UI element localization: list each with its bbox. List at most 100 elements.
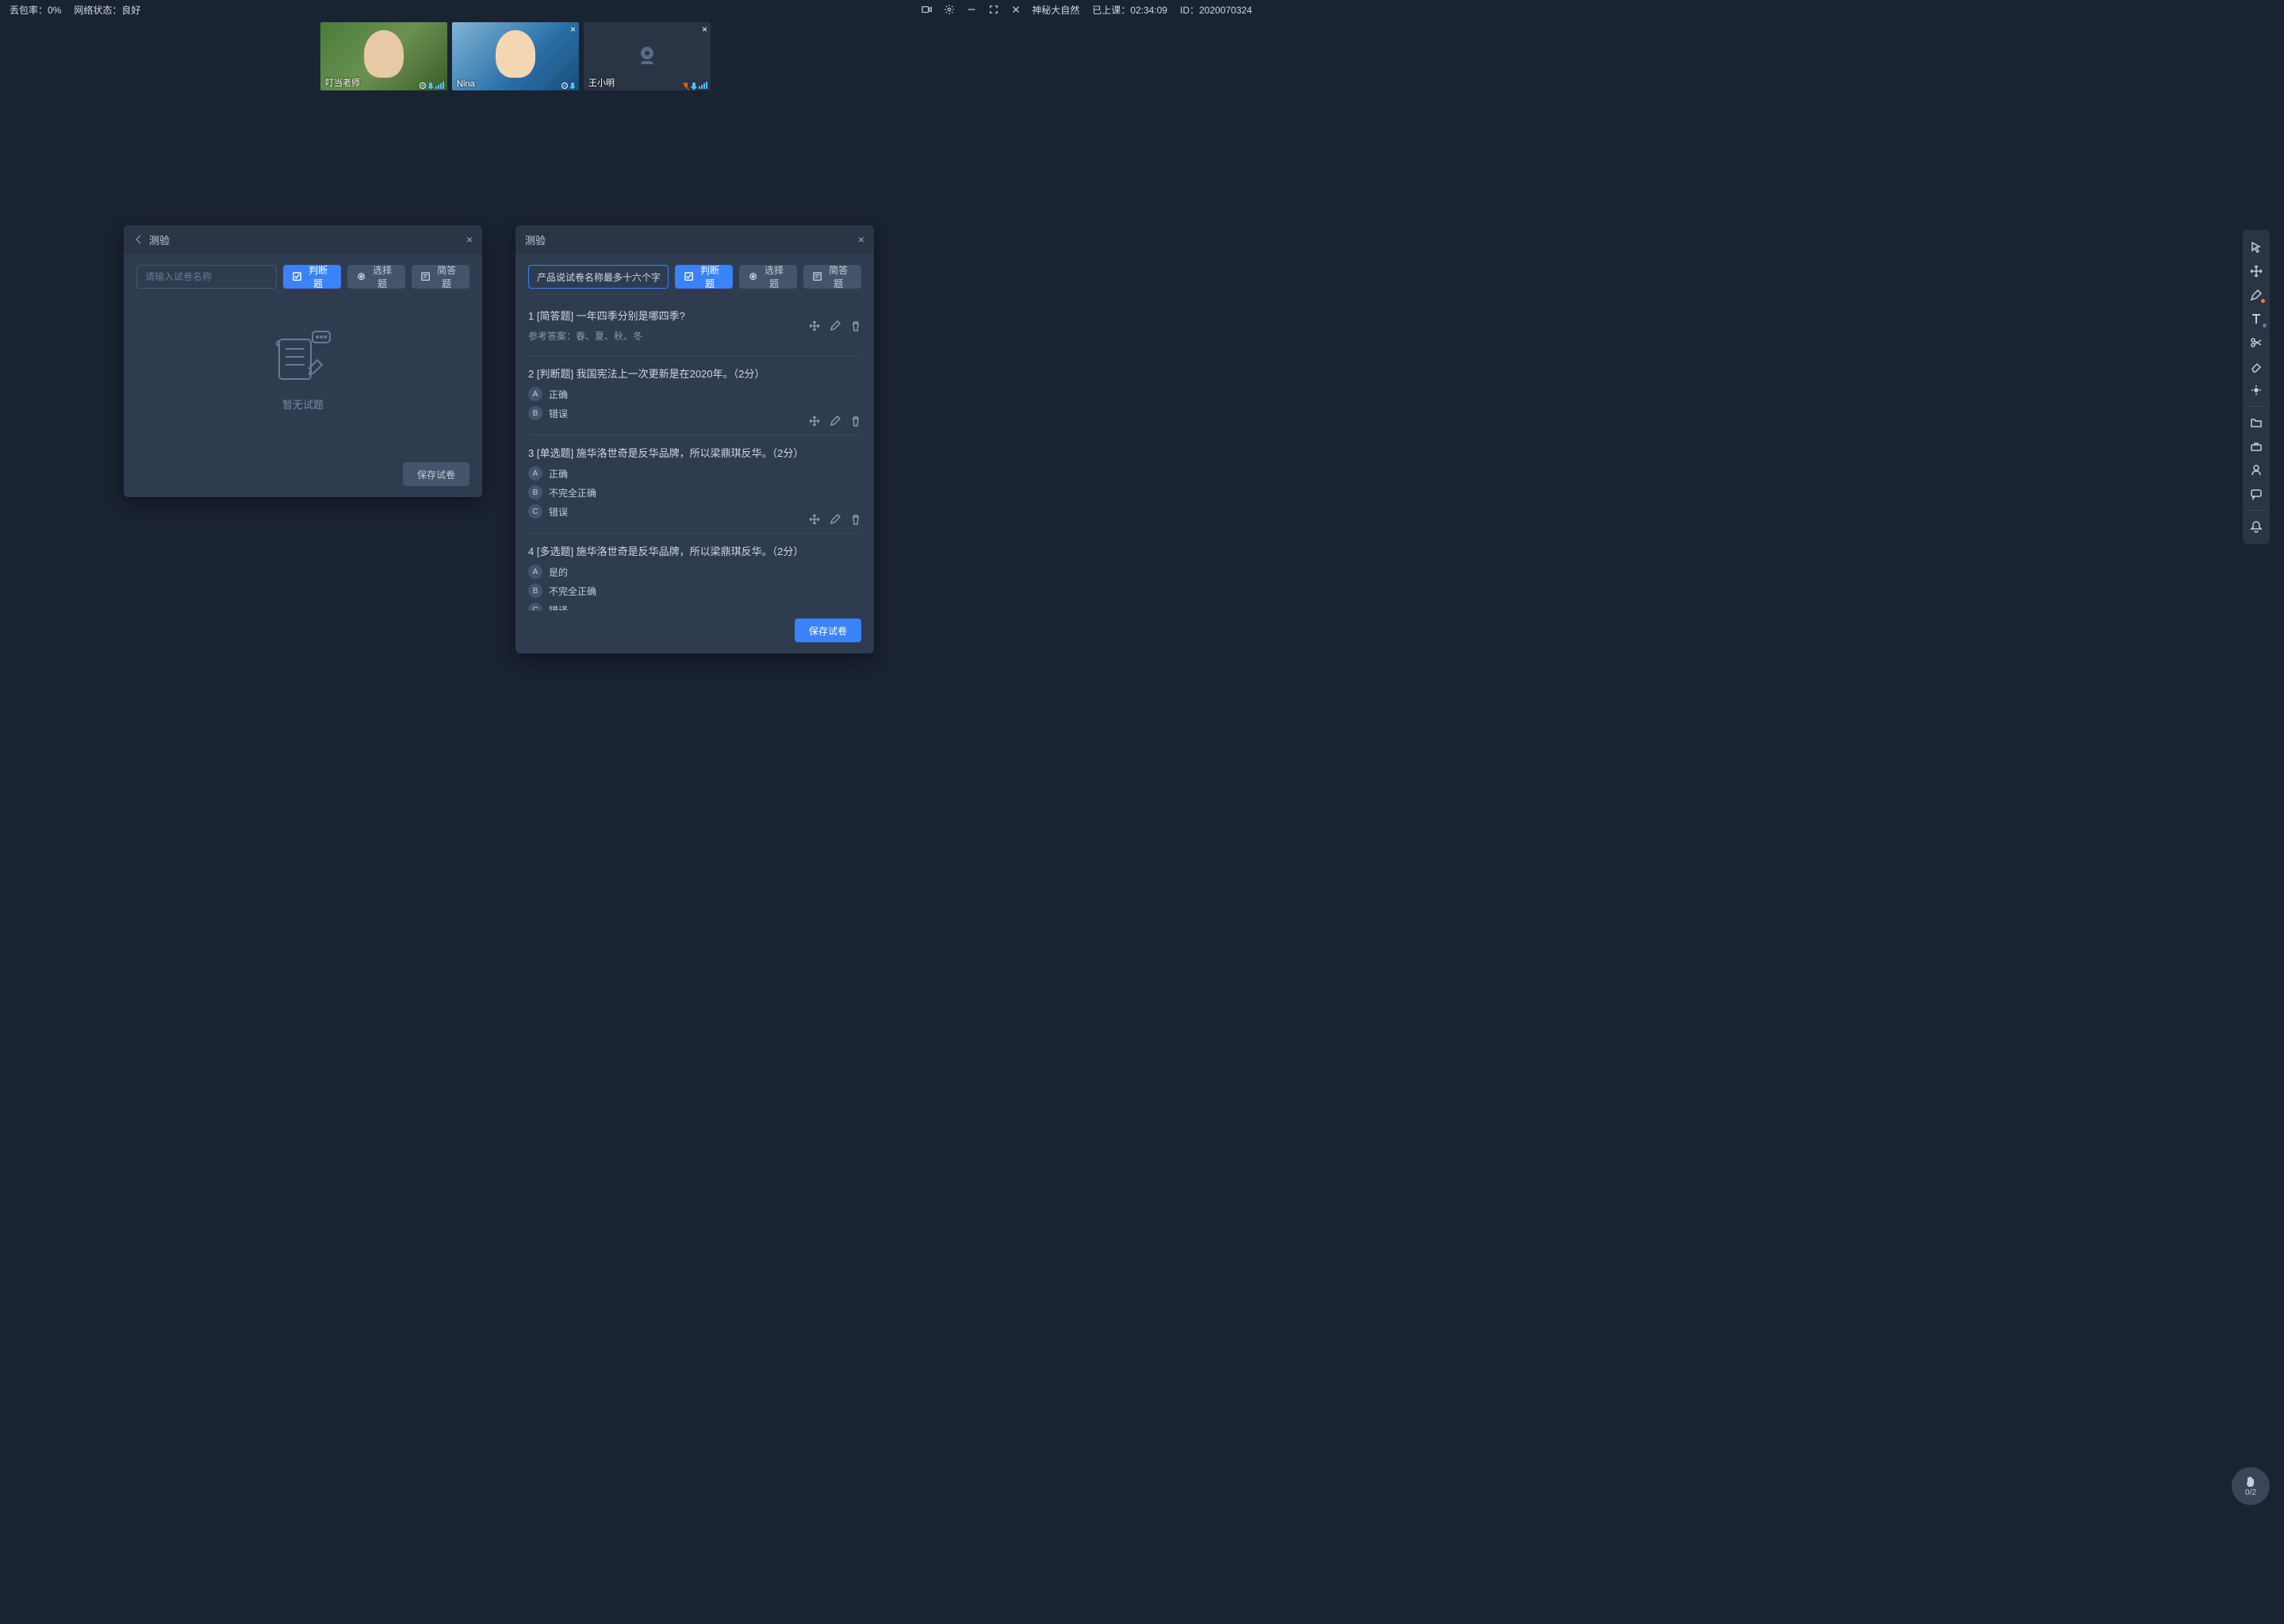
add-choice-button[interactable]: 选择题 [347, 265, 405, 289]
back-icon[interactable] [133, 234, 144, 245]
delete-icon[interactable] [850, 416, 861, 427]
option-badge: B [528, 584, 542, 598]
option-badge: B [528, 485, 542, 500]
edit-icon[interactable] [830, 514, 841, 525]
checkbox-icon [293, 272, 301, 282]
quiz-name-input[interactable] [528, 265, 669, 289]
tool-toolbox[interactable] [2244, 435, 2268, 458]
option-badge: A [528, 466, 542, 481]
question-item: 2 [判断题] 我国宪法上一次更新是在2020年。（2分） A正确 B 错误 [528, 356, 861, 435]
video-tile-teacher[interactable]: 叮当老师 [320, 22, 447, 90]
option-text: 不完全正确 [549, 584, 596, 598]
video-name: Nina [457, 79, 475, 89]
raise-hand-button[interactable]: 0/2 [2232, 1467, 2270, 1505]
question-actions [809, 320, 861, 331]
add-short-answer-button[interactable]: 简答题 [803, 265, 861, 289]
option-badge: A [528, 387, 542, 401]
radio-icon [357, 272, 366, 282]
option-text: 正确 [549, 467, 568, 481]
question-option[interactable]: A正确 [528, 387, 861, 401]
empty-illustration-icon [271, 330, 335, 385]
save-quiz-button[interactable]: 保存试卷 [795, 619, 861, 642]
tool-laser[interactable] [2244, 379, 2268, 401]
option-badge: A [528, 565, 542, 579]
option-badge: C [528, 603, 542, 611]
panel-title: 测验 [525, 232, 546, 247]
option-badge: B [528, 406, 542, 420]
empty-text: 暂无试题 [282, 396, 324, 412]
question-option[interactable]: A 是的 [528, 565, 861, 579]
question-actions [809, 416, 861, 427]
question-actions [809, 514, 861, 525]
move-icon[interactable] [809, 514, 820, 525]
quiz-panel-filled: 测验 × 判断题 选择题 简答题 1 [简答题] 一年四季分别是哪四季?参考答案… [515, 225, 874, 653]
add-short-answer-button[interactable]: 简答题 [412, 265, 469, 289]
option-badge: C [528, 504, 542, 519]
right-toolbar [2243, 230, 2270, 544]
video-name: 叮当老师 [325, 76, 360, 89]
camera-toggle-icon[interactable] [922, 4, 933, 15]
tool-move[interactable] [2244, 260, 2268, 282]
close-icon[interactable]: × [858, 233, 864, 246]
question-option[interactable]: B 不完全正确 [528, 485, 861, 500]
mic-indicator-icon [420, 82, 426, 89]
class-duration: 已上课：02:34:09 [1092, 3, 1167, 17]
tile-close-icon[interactable]: × [570, 24, 576, 35]
move-icon[interactable] [809, 416, 820, 427]
hand-count: 0/2 [2245, 1488, 2256, 1497]
video-name: 王小明 [588, 76, 615, 89]
option-text: 错误 [549, 407, 568, 420]
quiz-name-input[interactable] [136, 265, 277, 289]
save-quiz-button[interactable]: 保存试卷 [403, 462, 469, 486]
edit-icon[interactable] [830, 320, 841, 331]
video-tile-student[interactable]: × Nina [452, 22, 579, 90]
question-title: 4 [多选题] 施华洛世奇是反华品牌，所以梁鼎琪反华。（2分） [528, 543, 861, 558]
video-tile-student[interactable]: × 王小明 [584, 22, 711, 90]
tool-chat[interactable] [2244, 483, 2268, 505]
close-icon[interactable] [1010, 4, 1021, 15]
text-icon [421, 272, 430, 282]
maximize-icon[interactable] [988, 4, 999, 15]
move-icon[interactable] [809, 320, 820, 331]
tool-bell[interactable] [2244, 515, 2268, 538]
option-text: 不完全正确 [549, 486, 596, 500]
add-judgment-button[interactable]: 判断题 [675, 265, 733, 289]
add-choice-button[interactable]: 选择题 [739, 265, 797, 289]
radio-icon [749, 272, 757, 282]
tool-user[interactable] [2244, 459, 2268, 481]
question-title: 2 [判断题] 我国宪法上一次更新是在2020年。（2分） [528, 366, 861, 381]
mic-muted-icon [683, 81, 689, 89]
network-bars-icon [435, 81, 444, 89]
checkbox-icon [684, 272, 693, 282]
option-text: 错译 [549, 603, 568, 611]
class-title: 神秘大自然 [1032, 3, 1079, 17]
tool-folder[interactable] [2244, 412, 2268, 434]
network-bars-icon [699, 81, 707, 89]
tool-pen[interactable] [2244, 284, 2268, 306]
question-option[interactable]: B 不完全正确 [528, 584, 861, 598]
delete-icon[interactable] [850, 514, 861, 525]
question-option[interactable]: C 错译 [528, 603, 861, 611]
mic-indicator-icon [561, 82, 568, 89]
separator [2246, 510, 2267, 511]
tile-close-icon[interactable]: × [702, 24, 707, 35]
option-text: 错误 [549, 505, 568, 519]
gear-icon[interactable] [944, 4, 955, 15]
mic-icon [569, 81, 576, 89]
minimize-icon[interactable] [966, 4, 977, 15]
question-item: 1 [简答题] 一年四季分别是哪四季?参考答案：春、夏、秋、冬 [528, 298, 861, 356]
question-option[interactable]: A 正确 [528, 466, 861, 481]
tool-cursor[interactable] [2244, 236, 2268, 259]
edit-icon[interactable] [830, 416, 841, 427]
add-judgment-button[interactable]: 判断题 [283, 265, 341, 289]
camera-off-icon [634, 42, 661, 71]
tool-eraser[interactable] [2244, 355, 2268, 377]
close-icon[interactable]: × [466, 233, 473, 246]
topbar: 丢包率：0% 网络状态：良好 神秘大自然 已上课：02:34:09 ID：202… [0, 0, 1031, 19]
delete-icon[interactable] [850, 320, 861, 331]
option-text: 是的 [549, 565, 568, 579]
submenu-dot-icon [2263, 324, 2267, 327]
tool-text[interactable] [2244, 308, 2268, 330]
tool-scissors[interactable] [2244, 331, 2268, 354]
video-strip: 叮当老师 × Nina × 王小明 [0, 19, 1031, 90]
